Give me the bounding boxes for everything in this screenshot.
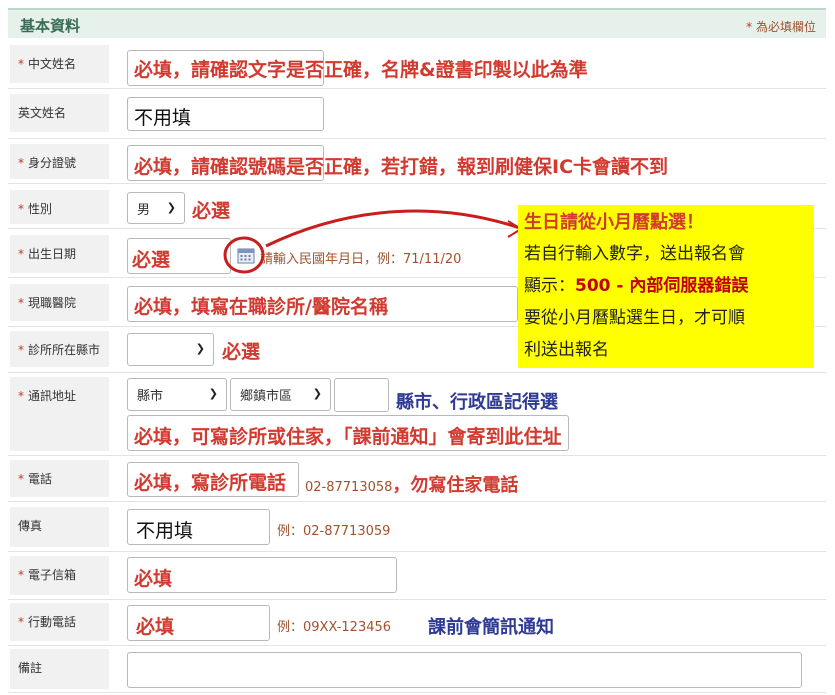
address-district-note: 縣市、行政區記得選 [396,392,558,413]
fax-label: 傳真 [10,507,109,547]
mobile-value: 必填 [136,616,175,638]
remarks-input[interactable] [127,652,802,688]
chevron-down-icon: ❯ [195,342,205,355]
birthdate-callout: 生日請從小月曆點選！ 若自行輸入數字，送出報名會 顯示：500 - 內部伺服器錯… [518,205,814,368]
callout-title: 生日請從小月曆點選！ [524,212,704,233]
arrow-line [265,209,521,248]
address-label: * 通訊地址 [10,377,109,451]
phone-note: 必填，寫診所電話 [134,472,287,494]
clinic-county-select[interactable]: ❯ [127,333,214,366]
fax-hint: 例：02-87713059 [277,524,391,539]
zipcode-input[interactable] [334,378,389,412]
callout-line: 顯示：500 - 內部伺服器錯誤 [524,276,749,296]
mobile-note: 課前會簡訊通知 [428,617,554,638]
highlight-circle [223,236,265,274]
callout-line: 利送出報名 [524,340,609,360]
hospital-note: 必填，填寫在職診所/醫院名稱 [134,296,388,318]
email-label: * 電子信箱 [10,556,109,595]
phone-hint: 02-87713058，勿寫住家電話 [305,475,519,496]
chevron-down-icon: ❯ [208,387,218,400]
clinic-county-label: * 診所所在縣市 [10,331,109,367]
phone-label: * 電話 [10,460,109,497]
callout-line: 要從小月曆點選生日，才可順 [524,308,745,328]
address-district-select[interactable]: 鄉鎮市區 ❯ [230,378,331,411]
remarks-label: 備註 [10,649,109,689]
hospital-label: * 現職醫院 [10,284,109,321]
mobile-input[interactable]: 必填 [127,605,270,641]
chevron-down-icon: ❯ [312,387,322,400]
fax-value: 不用填 [136,520,194,542]
email-value: 必填 [134,568,173,590]
mobile-label: * 行動電話 [10,603,109,641]
mobile-hint: 例：09XX-123456 [277,620,392,635]
email-input[interactable]: 必填 [127,557,397,593]
callout-error: 500 - 內部伺服器錯誤 [575,276,749,296]
clinic-county-note: 必選 [222,341,261,363]
address-note: 必填，可寫診所或住家，「課前通知」會寄到此住址 [134,426,562,448]
callout-line: 若自行輸入數字，送出報名會 [524,244,745,264]
address-county-select[interactable]: 縣市 ❯ [127,378,227,411]
fax-input[interactable]: 不用填 [127,509,270,545]
